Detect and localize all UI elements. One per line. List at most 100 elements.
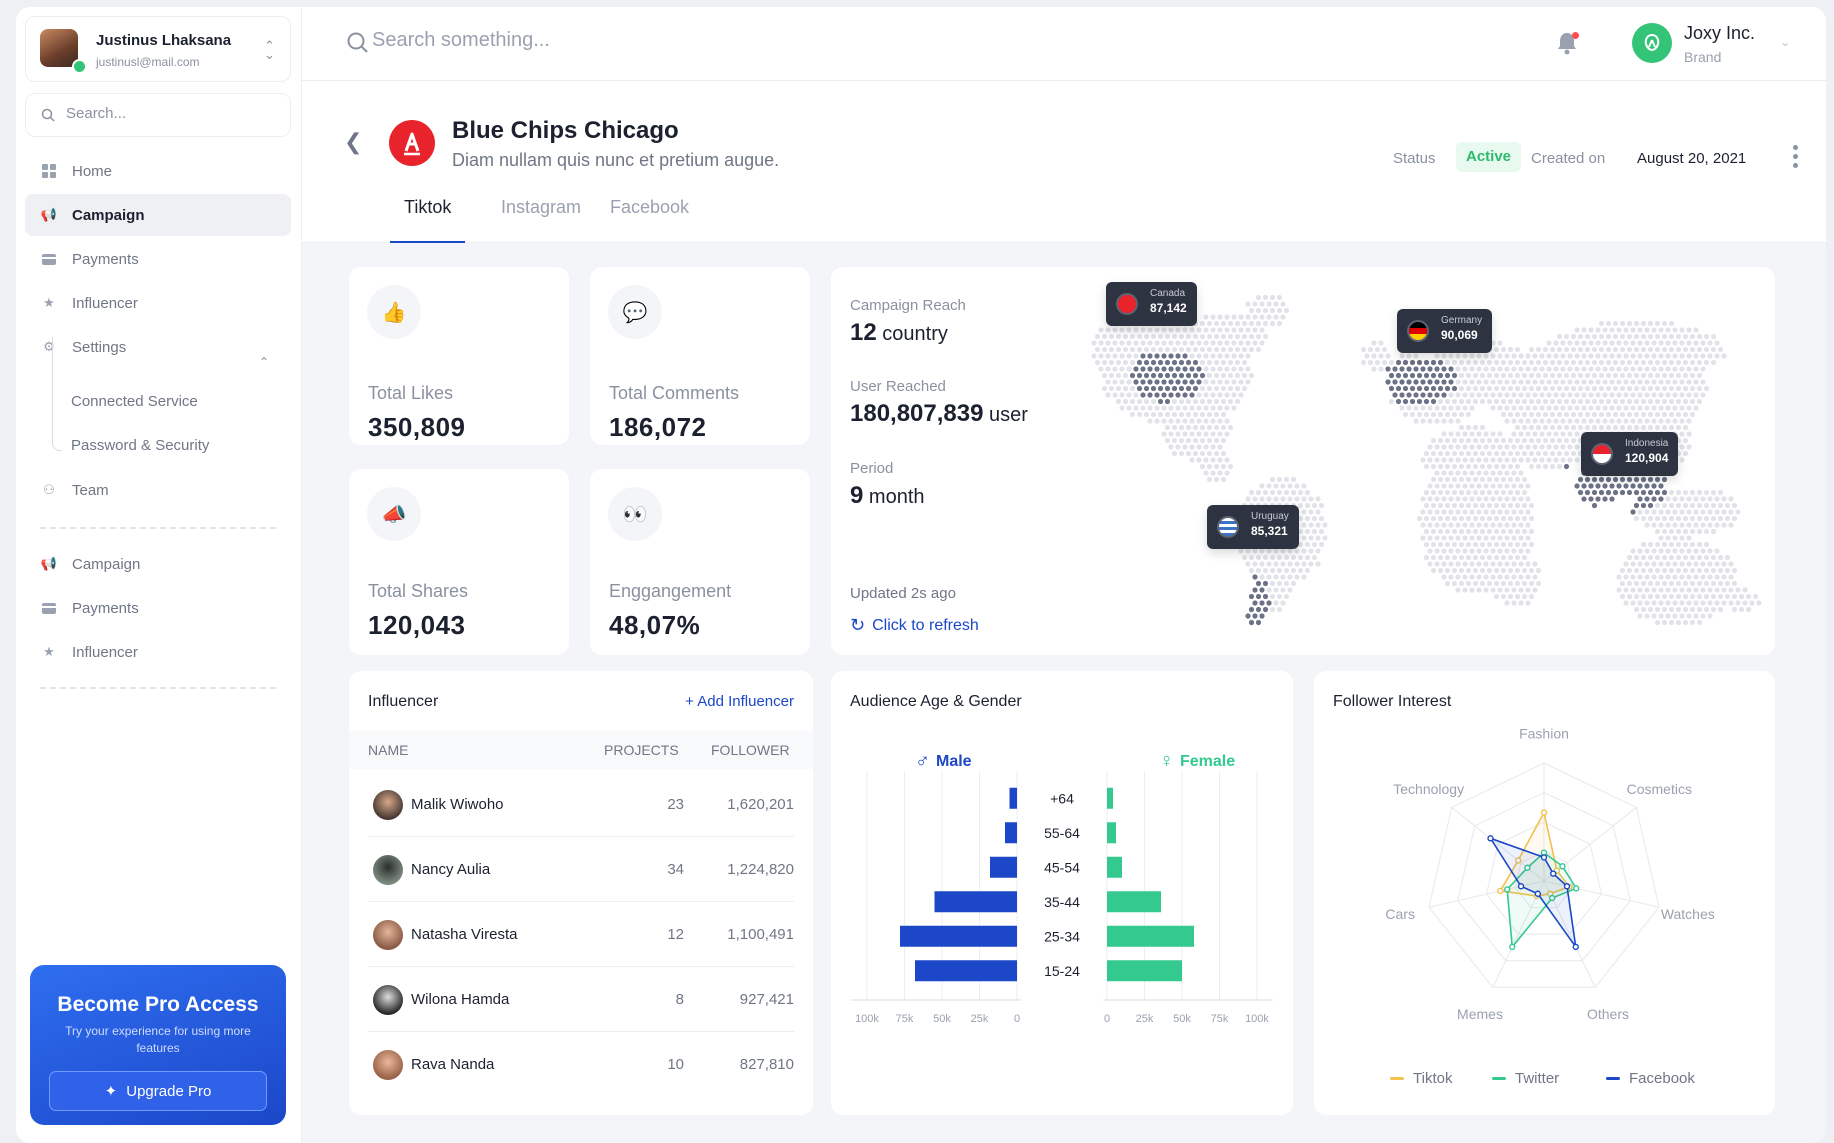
back-arrow-icon[interactable]: ❮ [344,129,362,155]
map-dot [1535,385,1542,392]
add-influencer-link[interactable]: + Add Influencer [685,693,794,710]
map-dot [1514,437,1521,444]
map-dot [1105,366,1111,372]
chevron-up-down-icon[interactable]: ⌃ ⌄ [264,39,275,61]
map-dot [1458,476,1465,483]
table-row[interactable]: Malik Wiwoho 23 1,620,201 [368,772,794,837]
map-dot [1490,548,1496,554]
map-dot [1619,489,1626,496]
map-marker-germany[interactable]: Germany 90,069 [1397,309,1493,353]
map-dot [1623,379,1629,385]
map-dot [1682,541,1689,548]
sidebar-item-connected-service[interactable]: Connected Service [71,393,198,410]
map-dot [1241,320,1248,327]
tab-instagram[interactable]: Instagram [487,197,595,243]
map-dot [1644,574,1650,580]
map-dot [1686,353,1692,359]
sidebar-search-input[interactable] [66,105,276,122]
map-dot [1661,515,1668,522]
sidebar-item-campaign-2[interactable]: 📢 Campaign [25,543,291,585]
refresh-link[interactable]: ↻ Click to refresh [850,615,979,636]
map-dot [1171,346,1178,353]
map-dot [1549,372,1556,379]
map-dot [1619,385,1626,392]
map-dot [1665,405,1671,411]
map-dot [1399,353,1405,359]
map-dot [1273,587,1279,593]
map-dot [1696,385,1703,392]
upgrade-pro-button[interactable]: ✦ Upgrade Pro [49,1071,267,1111]
tab-tiktok[interactable]: Tiktok [390,197,466,243]
brand-name[interactable]: Joxy Inc. [1684,23,1755,44]
map-dot [1609,496,1615,502]
map-dot [1304,554,1311,561]
map-dot [1437,554,1444,561]
map-dot [1458,398,1465,405]
map-marker-indonesia[interactable]: Indonesia 120,904 [1581,432,1679,476]
map-dot [1518,522,1524,528]
map-dot [1175,431,1181,437]
map-dot [1511,418,1517,424]
map-dot [1119,392,1125,398]
more-vertical-icon[interactable] [1793,145,1799,172]
sidebar-item-home[interactable]: Home [25,150,291,192]
sidebar-search[interactable] [25,93,291,137]
map-dot [1549,450,1556,457]
radar-point [1487,835,1494,842]
map-dot [1182,340,1188,346]
chevron-up-icon[interactable]: ⌃ [259,355,269,369]
table-row[interactable]: Natasha Viresta 12 1,100,491 [368,902,794,967]
chevron-down-icon[interactable]: ⌄ [1780,35,1790,49]
map-dot [1101,333,1108,340]
map-dot [1308,548,1314,554]
sidebar-item-payments-2[interactable]: Payments [25,587,291,629]
table-row[interactable]: Wilona Hamda 8 927,421 [368,967,794,1032]
map-dot [1682,372,1689,379]
search-icon [41,108,55,122]
legend-label: Facebook [1629,1070,1695,1087]
map-dot [1465,541,1472,548]
map-dot [1133,379,1139,385]
map-dot [1255,606,1262,613]
map-dot [1220,320,1227,327]
table-row[interactable]: Nancy Aulia 34 1,224,820 [368,837,794,902]
map-dot [1521,554,1528,561]
sidebar-item-settings[interactable]: ⚙ Settings [25,326,291,368]
table-row[interactable]: Rava Nanda 10 827,810 [368,1032,794,1097]
map-dot [1693,548,1699,554]
map-dot [1605,411,1612,418]
global-search-input[interactable] [372,29,872,52]
tab-facebook[interactable]: Facebook [596,197,703,243]
map-marker-canada[interactable]: Canada 87,142 [1106,282,1197,326]
map-dot [1497,340,1503,346]
map-dot [1210,327,1216,333]
profile-switcher[interactable]: Justinus Lhaksana justinusl@mail.com ⌃ ⌄ [25,16,291,82]
map-dot [1266,483,1272,489]
map-dot [1623,405,1629,411]
map-dot [1710,359,1717,366]
map-marker-uruguay[interactable]: Uruguay 85,321 [1207,505,1299,549]
map-dot [1311,515,1318,522]
sidebar-item-password-security[interactable]: Password & Security [71,437,209,454]
map-dot [1549,437,1556,444]
map-dot [1661,580,1668,587]
map-dot [1647,372,1654,379]
sidebar-item-payments[interactable]: Payments [25,238,291,280]
map-dot [1686,418,1692,424]
sidebar-item-influencer-2[interactable]: ★ Influencer [25,631,291,673]
map-dot [1553,431,1559,437]
map-dot [1525,483,1531,489]
sidebar-item-influencer[interactable]: ★ Influencer [25,282,291,324]
map-dot [1224,418,1230,424]
map-dot [1535,580,1542,587]
map-dot [1570,398,1577,405]
sidebar-item-team[interactable]: ⚇ Team [25,469,291,511]
map-dot [1714,600,1720,606]
sidebar-item-campaign[interactable]: 📢 Campaign [25,194,291,236]
map-dot [1679,405,1685,411]
map-dot [1196,431,1202,437]
map-dot [1490,392,1496,398]
map-dot [1430,398,1437,405]
map-dot [1584,489,1591,496]
female-icon: ♀ [1159,750,1174,772]
